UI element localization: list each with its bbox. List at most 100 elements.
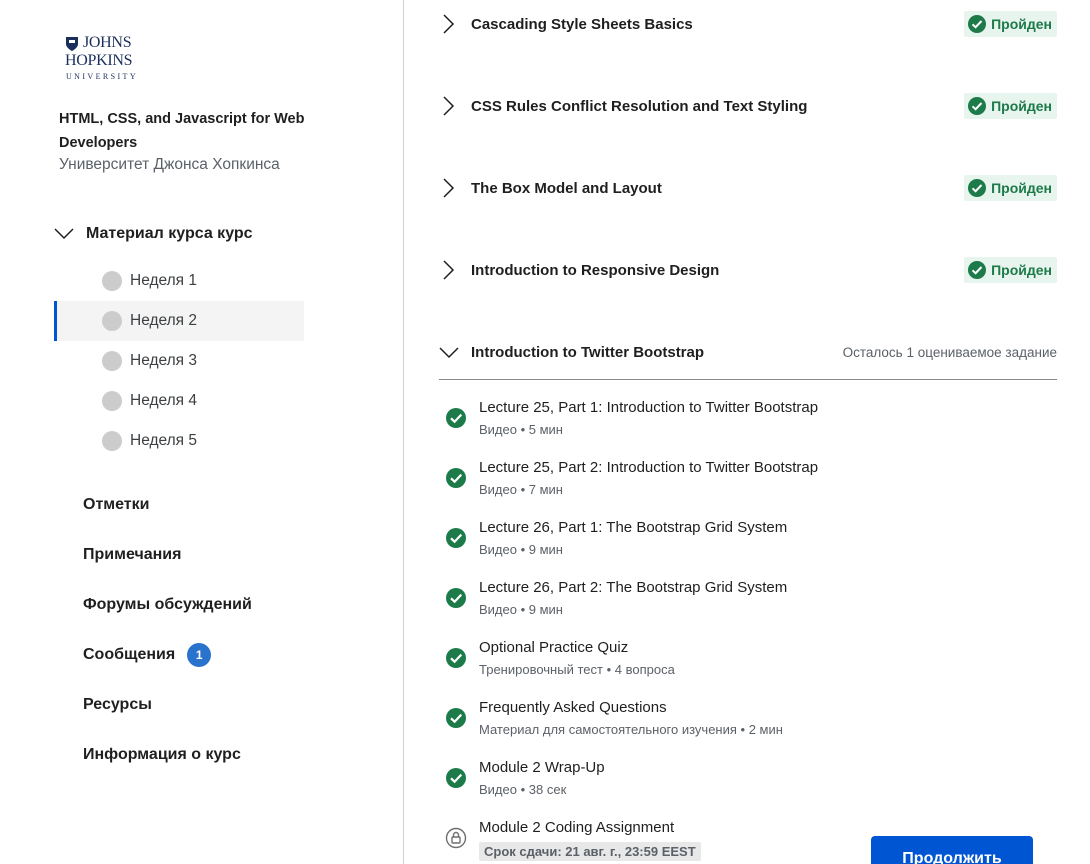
week-status-icon [102, 431, 122, 451]
course-material-toggle[interactable]: Материал курса курс [54, 222, 354, 246]
sidebar-item-notes[interactable]: Примечания [83, 530, 383, 580]
shield-icon [66, 37, 78, 51]
week-item-3[interactable]: Неделя 3 [54, 341, 304, 381]
course-title[interactable]: HTML, CSS, and Javascript for Web Develo… [59, 107, 319, 155]
passed-badge: Пройден [964, 11, 1057, 37]
module-title: CSS Rules Conflict Resolution and Text S… [471, 97, 808, 115]
list-item[interactable]: Lecture 26, Part 2: The Bootstrap Grid S… [445, 575, 1065, 635]
module-row[interactable]: Cascading Style Sheets Basics Пройден [439, 4, 1057, 44]
item-duration: 4 вопроса [614, 662, 675, 677]
week-status-icon [102, 391, 122, 411]
item-duration: 2 мин [748, 722, 783, 737]
passed-badge: Пройден [964, 257, 1057, 283]
chevron-right-icon [443, 96, 455, 116]
item-type: Видео [479, 422, 517, 437]
list-item[interactable]: Optional Practice Quiz Тренировочный тес… [445, 635, 1065, 695]
item-type: Видео [479, 482, 517, 497]
sidebar-item-grades[interactable]: Отметки [83, 480, 383, 530]
course-material-label: Материал курса курс [86, 225, 253, 242]
item-type: Видео [479, 602, 517, 617]
check-circle-icon [968, 261, 987, 279]
list-item[interactable]: Lecture 25, Part 2: Introduction to Twit… [445, 455, 1065, 515]
module-title: The Box Model and Layout [471, 179, 662, 197]
item-title: Lecture 26, Part 2: The Bootstrap Grid S… [479, 579, 788, 596]
item-title: Optional Practice Quiz [479, 639, 629, 656]
logo-line-3: UNIVERSITY [66, 72, 138, 81]
passed-badge: Пройден [964, 93, 1057, 119]
item-duration: 9 мин [528, 602, 563, 617]
sidebar-item-forums[interactable]: Форумы обсуждений [83, 580, 383, 630]
university-logo[interactable]: JOHNS HOPKINS UNIVERSITY [65, 34, 145, 82]
passed-label: Пройден [991, 262, 1052, 278]
item-title: Lecture 26, Part 1: The Bootstrap Grid S… [479, 519, 788, 536]
due-date-badge: Срок сдачи: 21 авг. г., 23:59 EEST [479, 842, 701, 861]
item-meta: Видео • 9 мин [479, 602, 563, 617]
item-meta: Видео • 38 сек [479, 782, 567, 797]
sidebar-links: Отметки Примечания Форумы обсуждений Соо… [83, 480, 383, 780]
list-item[interactable]: Lecture 25, Part 1: Introduction to Twit… [445, 395, 1065, 455]
week-status-icon [102, 271, 122, 291]
week-item-1[interactable]: Неделя 1 [54, 261, 304, 301]
logo-line-1: JOHNS [83, 34, 132, 51]
week-label: Неделя 5 [130, 432, 197, 449]
item-title: Module 2 Wrap-Up [479, 759, 605, 776]
item-duration: 7 мин [528, 482, 563, 497]
week-status-icon [102, 311, 122, 331]
check-circle-icon [446, 528, 466, 548]
sidebar-item-resources[interactable]: Ресурсы [83, 680, 383, 730]
logo-line-2: HOPKINS [65, 52, 133, 69]
item-meta: Материал для самостоятельного изучения •… [479, 722, 783, 737]
chevron-down-icon [439, 347, 459, 359]
week-item-4[interactable]: Неделя 4 [54, 381, 304, 421]
sidebar-item-label: Сообщения [83, 646, 176, 663]
sidebar: JOHNS HOPKINS UNIVERSITY HTML, CSS, and … [0, 0, 404, 864]
week-label: Неделя 4 [130, 392, 197, 409]
passed-label: Пройден [991, 16, 1052, 32]
passed-badge: Пройден [964, 175, 1057, 201]
item-type: Материал для самостоятельного изучения [479, 722, 737, 737]
item-duration: 9 мин [528, 542, 563, 557]
check-circle-icon [968, 97, 987, 115]
week-label: Неделя 3 [130, 352, 197, 369]
list-item[interactable]: Frequently Asked Questions Материал для … [445, 695, 1065, 755]
list-item[interactable]: Lecture 26, Part 1: The Bootstrap Grid S… [445, 515, 1065, 575]
module-title: Introduction to Responsive Design [471, 261, 720, 279]
divider [439, 379, 1057, 380]
week-label: Неделя 2 [130, 312, 197, 329]
item-meta: Видео • 5 мин [479, 422, 563, 437]
list-item[interactable]: Module 2 Wrap-Up Видео • 38 сек [445, 755, 1065, 815]
sidebar-item-messages[interactable]: Сообщения 1 [83, 630, 383, 680]
item-type: Видео [479, 542, 517, 557]
check-circle-icon [446, 588, 466, 608]
week-label: Неделя 1 [130, 272, 197, 289]
module-row[interactable]: The Box Model and Layout Пройден [439, 168, 1057, 208]
check-circle-icon [446, 408, 466, 428]
week-status-icon [102, 351, 122, 371]
item-type: Видео [479, 782, 517, 797]
check-circle-icon [446, 768, 466, 788]
module-title: Cascading Style Sheets Basics [471, 15, 693, 33]
chevron-right-icon [443, 260, 455, 280]
item-title: Frequently Asked Questions [479, 699, 667, 716]
check-circle-icon [446, 708, 466, 728]
module-row[interactable]: CSS Rules Conflict Resolution and Text S… [439, 86, 1057, 126]
sidebar-item-course-info[interactable]: Информация о курс [83, 730, 383, 780]
week-item-2[interactable]: Неделя 2 [54, 301, 304, 341]
module-item-list: Lecture 25, Part 1: Introduction to Twit… [445, 395, 1065, 864]
unread-count-badge: 1 [187, 643, 212, 667]
check-circle-icon [446, 648, 466, 668]
check-circle-icon [968, 15, 987, 33]
week-list: Неделя 1 Неделя 2 Неделя 3 Неделя 4 Неде… [54, 261, 304, 461]
item-meta: Видео • 9 мин [479, 542, 563, 557]
module-row[interactable]: Introduction to Responsive Design Пройде… [439, 250, 1057, 290]
module-title: Introduction to Twitter Bootstrap [471, 343, 705, 361]
item-title: Lecture 25, Part 1: Introduction to Twit… [479, 399, 819, 416]
item-title: Lecture 25, Part 2: Introduction to Twit… [479, 459, 819, 476]
item-type: Тренировочный тест [479, 662, 603, 677]
item-duration: 38 сек [528, 782, 567, 797]
module-row-expanded[interactable]: Introduction to Twitter Bootstrap Остало… [439, 332, 1057, 372]
main-content: Cascading Style Sheets Basics Пройден CS… [405, 0, 1090, 864]
chevron-right-icon [443, 178, 455, 198]
continue-button[interactable]: Продолжить [871, 836, 1033, 864]
week-item-5[interactable]: Неделя 5 [54, 421, 304, 461]
